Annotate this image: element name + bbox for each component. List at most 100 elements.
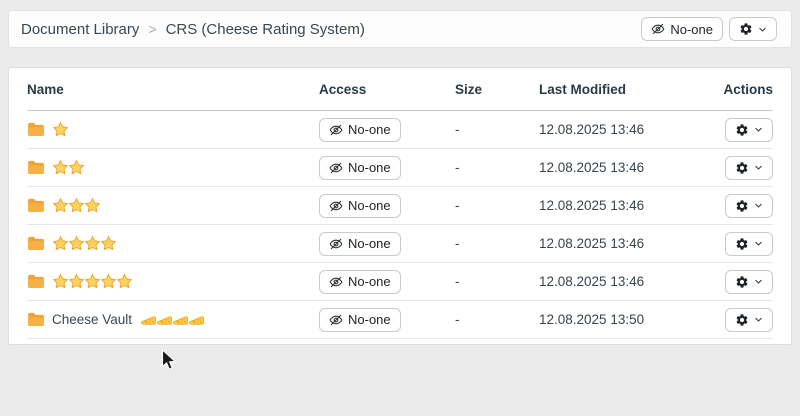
row-modified: 12.08.2025 13:50: [539, 301, 701, 339]
column-header-size: Size: [455, 68, 539, 111]
row-access-label: No-one: [348, 122, 391, 137]
column-header-name: Name: [27, 68, 319, 111]
star-icon: [68, 273, 85, 290]
eye-off-icon: [329, 275, 343, 289]
row-size: -: [455, 301, 539, 339]
row-actions-button[interactable]: [725, 270, 773, 294]
access-noone-label: No-one: [670, 22, 713, 37]
rating-icons: [52, 121, 68, 138]
folder-icon: [27, 312, 45, 327]
row-size: -: [455, 263, 539, 301]
row-modified: 12.08.2025 13:46: [539, 225, 701, 263]
row-access-button[interactable]: No-one: [319, 308, 401, 332]
eye-off-icon: [329, 237, 343, 251]
folder-icon: [27, 122, 45, 137]
documents-table: Name Access Size Last Modified Actions N…: [27, 68, 773, 339]
breadcrumb-separator-icon: >: [148, 21, 156, 37]
table-row[interactable]: No-one - 12.08.2025 13:46: [27, 187, 773, 225]
topbar: Document Library > CRS (Cheese Rating Sy…: [8, 10, 792, 48]
eye-off-icon: [329, 161, 343, 175]
gear-icon: [735, 161, 749, 175]
gear-icon: [739, 22, 753, 36]
row-size: -: [455, 149, 539, 187]
star-icon: [68, 235, 85, 252]
table-row[interactable]: No-one - 12.08.2025 13:46: [27, 263, 773, 301]
gear-icon: [735, 237, 749, 251]
row-modified: 12.08.2025 13:46: [539, 149, 701, 187]
row-access-label: No-one: [348, 274, 391, 289]
row-access-button[interactable]: No-one: [319, 194, 401, 218]
rating-icons: [140, 311, 204, 328]
chevron-down-icon: [758, 25, 767, 34]
row-actions-button[interactable]: [725, 232, 773, 256]
row-access-button[interactable]: No-one: [319, 270, 401, 294]
star-icon: [116, 273, 133, 290]
cheese-icon: [188, 311, 205, 328]
chevron-down-icon: [754, 277, 763, 286]
document-library-table-card: Name Access Size Last Modified Actions N…: [8, 67, 792, 345]
row-access-button[interactable]: No-one: [319, 118, 401, 142]
gear-icon: [735, 275, 749, 289]
star-icon: [100, 273, 117, 290]
star-icon: [68, 159, 85, 176]
table-body: No-one - 12.08.2025 13:46 No-one -: [27, 111, 773, 339]
star-icon: [84, 235, 101, 252]
chevron-down-icon: [754, 163, 763, 172]
chevron-down-icon: [754, 125, 763, 134]
row-modified: 12.08.2025 13:46: [539, 187, 701, 225]
folder-name[interactable]: Cheese Vault: [52, 312, 132, 327]
row-actions-button[interactable]: [725, 308, 773, 332]
row-size: -: [455, 187, 539, 225]
star-icon: [84, 197, 101, 214]
row-size: -: [455, 225, 539, 263]
folder-icon: [27, 160, 45, 175]
rating-icons: [52, 273, 132, 290]
eye-off-icon: [329, 313, 343, 327]
row-access-label: No-one: [348, 236, 391, 251]
row-access-label: No-one: [348, 198, 391, 213]
column-header-actions: Actions: [701, 68, 773, 111]
table-header-row: Name Access Size Last Modified Actions: [27, 68, 773, 111]
rating-icons: [52, 235, 116, 252]
cheese-icon: [172, 311, 189, 328]
star-icon: [52, 121, 69, 138]
folder-icon: [27, 198, 45, 213]
breadcrumb-parent[interactable]: Document Library: [21, 21, 139, 38]
folder-icon: [27, 274, 45, 289]
chevron-down-icon: [754, 315, 763, 324]
row-access-button[interactable]: No-one: [319, 232, 401, 256]
chevron-down-icon: [754, 239, 763, 248]
table-row[interactable]: Cheese Vault No-one - 12.08.2025 13:50: [27, 301, 773, 339]
row-actions-button[interactable]: [725, 194, 773, 218]
settings-dropdown-button[interactable]: [729, 17, 777, 41]
gear-icon: [735, 123, 749, 137]
gear-icon: [735, 199, 749, 213]
star-icon: [52, 159, 69, 176]
folder-icon: [27, 236, 45, 251]
table-row[interactable]: No-one - 12.08.2025 13:46: [27, 111, 773, 149]
row-actions-button[interactable]: [725, 118, 773, 142]
row-actions-button[interactable]: [725, 156, 773, 180]
eye-off-icon: [651, 22, 665, 36]
eye-off-icon: [329, 199, 343, 213]
table-row[interactable]: No-one - 12.08.2025 13:46: [27, 225, 773, 263]
table-row[interactable]: No-one - 12.08.2025 13:46: [27, 149, 773, 187]
breadcrumb-current: CRS (Cheese Rating System): [166, 21, 365, 38]
column-header-access: Access: [319, 68, 455, 111]
mouse-cursor: [161, 349, 178, 376]
access-noone-button[interactable]: No-one: [641, 17, 723, 41]
cheese-icon: [156, 311, 173, 328]
rating-icons: [52, 159, 84, 176]
topbar-actions: No-one: [641, 17, 777, 41]
star-icon: [52, 197, 69, 214]
star-icon: [52, 235, 69, 252]
rating-icons: [52, 197, 100, 214]
cheese-icon: [140, 311, 157, 328]
eye-off-icon: [329, 123, 343, 137]
star-icon: [84, 273, 101, 290]
row-access-button[interactable]: No-one: [319, 156, 401, 180]
gear-icon: [735, 313, 749, 327]
star-icon: [68, 197, 85, 214]
breadcrumb: Document Library > CRS (Cheese Rating Sy…: [21, 21, 365, 38]
row-modified: 12.08.2025 13:46: [539, 263, 701, 301]
